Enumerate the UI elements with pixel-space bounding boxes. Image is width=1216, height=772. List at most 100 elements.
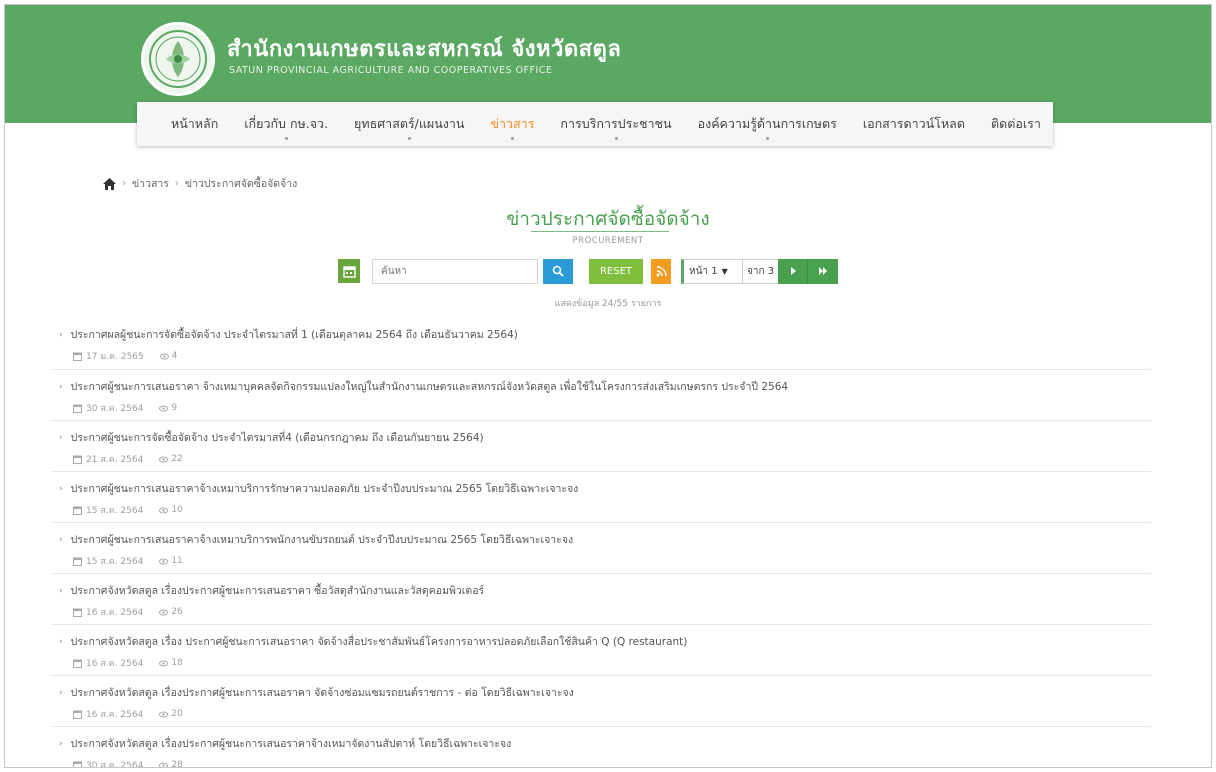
- item-title-row[interactable]: › ประกาศผู้ชนะการเสนอราคาจ้างเหมาบริการรั…: [59, 480, 578, 497]
- site-title: สำนักงานเกษตรและสหกรณ์ จังหวัดสตูล: [227, 37, 622, 62]
- search-input[interactable]: [372, 258, 538, 284]
- item-title-row[interactable]: › ประกาศผู้ชนะการเสนอราคาจ้างเหมาบริการพน…: [59, 531, 573, 548]
- eye-icon: [159, 660, 169, 666]
- list-item[interactable]: › ประกาศผู้ชนะการเสนอราคาจ้างเหมาบริการพน…: [51, 522, 1151, 573]
- item-date: 16 ส.ค. 2564: [86, 659, 144, 669]
- calendar-button[interactable]: [338, 259, 360, 283]
- item-title[interactable]: ประกาศผู้ชนะการเสนอราคาจ้างเหมาบริการรัก…: [71, 480, 579, 497]
- search-icon: [552, 265, 564, 277]
- nav-news[interactable]: ข่าวสาร: [490, 114, 534, 140]
- item-date: 21 ส.ค. 2564: [86, 455, 144, 465]
- nav-services[interactable]: การบริการประชาชน: [560, 114, 672, 140]
- item-title[interactable]: ประกาศผลผู้ชนะการจัดซื้อจัดจ้าง ประจำไตร…: [71, 326, 518, 343]
- list-item[interactable]: › ประกาศผู้ชนะการจัดซื้อจัดจ้าง ประจำไตรม…: [51, 420, 1151, 471]
- list-item[interactable]: › ประกาศผู้ชนะการเสนอราคา จ้างเหมาบุคคลจั…: [51, 369, 1151, 420]
- item-views-count: 11: [171, 556, 183, 566]
- nav-about[interactable]: เกี่ยวกับ กษ.จว.: [244, 114, 328, 140]
- calendar-icon: [73, 761, 82, 767]
- nav-strategy-label: ยุทธศาสตร์/แผนงาน: [354, 116, 465, 131]
- list-item[interactable]: › ประกาศผู้ชนะการเสนอราคาจ้างเหมาบริการรั…: [51, 471, 1151, 522]
- seal-icon: [149, 30, 207, 88]
- item-views: 22: [159, 454, 183, 464]
- list-item[interactable]: › ประกาศผลผู้ชนะการจัดซื้อจัดจ้าง ประจำไต…: [51, 318, 1151, 369]
- chevron-right-icon: ›: [59, 381, 63, 392]
- item-title[interactable]: ประกาศจังหวัดสตูล เรื่องประกาศผู้ชนะการเ…: [71, 582, 485, 599]
- list-item[interactable]: › ประกาศจังหวัดสตูล เรื่องประกาศผู้ชนะการ…: [51, 726, 1151, 768]
- item-title-row[interactable]: › ประกาศผู้ชนะการเสนอราคา จ้างเหมาบุคคลจั…: [59, 378, 788, 395]
- item-date: 15 ส.ค. 2564: [86, 506, 144, 516]
- item-date: 30 ส.ค. 2564: [86, 761, 144, 768]
- nav-services-label: การบริการประชาชน: [560, 116, 672, 131]
- nav-home[interactable]: หน้าหลัก: [171, 114, 218, 134]
- breadcrumb-separator: ›: [122, 178, 126, 189]
- item-views-count: 22: [171, 454, 183, 464]
- page-select[interactable]: หน้า 1 ▼: [681, 258, 743, 284]
- item-title[interactable]: ประกาศผู้ชนะการจัดซื้อจัดจ้าง ประจำไตรมา…: [71, 429, 484, 446]
- rss-button[interactable]: [651, 258, 671, 284]
- total-pages: จาก 3: [743, 258, 779, 284]
- list-item[interactable]: › ประกาศจังหวัดสตูล เรื่องประกาศผู้ชนะการ…: [51, 675, 1151, 726]
- eye-icon: [159, 405, 169, 411]
- item-views: 26: [159, 607, 183, 617]
- breadcrumb-separator: ›: [174, 178, 179, 189]
- item-title[interactable]: ประกาศจังหวัดสตูล เรื่อง ประกาศผู้ชนะการ…: [71, 633, 688, 650]
- site-subtitle: SATUN PROVINCIAL AGRICULTURE AND COOPERA…: [229, 65, 553, 76]
- filter-toolbar: RESET หน้า 1 ▼ จาก 3: [338, 258, 839, 284]
- page-title: ข่าวประกาศจัดซื้อจัดจ้าง: [506, 208, 710, 230]
- calendar-icon: [73, 404, 82, 413]
- eye-icon: [159, 353, 169, 359]
- eye-icon: [159, 609, 169, 615]
- calendar-icon: [73, 455, 82, 464]
- eye-icon: [159, 507, 169, 513]
- breadcrumb-news[interactable]: ข่าวสาร: [132, 175, 169, 192]
- calendar-icon: [73, 659, 82, 668]
- nav-strategy[interactable]: ยุทธศาสตร์/แผนงาน: [354, 114, 465, 140]
- nav-knowledge[interactable]: องค์ความรู้ด้านการเกษตร: [698, 114, 837, 140]
- list-item[interactable]: › ประกาศจังหวัดสตูล เรื่องประกาศผู้ชนะการ…: [51, 573, 1151, 624]
- item-views: 20: [159, 709, 183, 719]
- eye-icon: [159, 711, 169, 717]
- home-icon[interactable]: [103, 177, 116, 190]
- fast-forward-icon: [819, 267, 828, 275]
- item-title[interactable]: ประกาศจังหวัดสตูล เรื่องประกาศผู้ชนะการเ…: [71, 735, 512, 752]
- nav-contact[interactable]: ติดต่อเรา: [991, 114, 1041, 134]
- item-title-row[interactable]: › ประกาศผู้ชนะการจัดซื้อจัดจ้าง ประจำไตรม…: [59, 429, 484, 446]
- calendar-icon: [73, 352, 82, 361]
- eye-icon: [159, 558, 169, 564]
- item-meta: 16 ส.ค. 2564 18: [73, 656, 183, 670]
- list-item[interactable]: › ประกาศจังหวัดสตูล เรื่อง ประกาศผู้ชนะกา…: [51, 624, 1151, 675]
- chevron-right-icon: ›: [59, 329, 63, 340]
- item-date: 30 ส.ค. 2564: [86, 404, 144, 414]
- item-title[interactable]: ประกาศผู้ชนะการเสนอราคา จ้างเหมาบุคคลจัด…: [71, 378, 788, 395]
- chevron-right-icon: ›: [59, 432, 63, 443]
- item-title-row[interactable]: › ประกาศจังหวัดสตูล เรื่องประกาศผู้ชนะการ…: [59, 684, 574, 701]
- dropdown-dot-icon: [766, 137, 770, 140]
- nav-downloads[interactable]: เอกสารดาวน์โหลด: [863, 114, 965, 134]
- item-views-count: 10: [171, 505, 183, 515]
- item-views-count: 4: [171, 351, 178, 361]
- item-title-row[interactable]: › ประกาศผลผู้ชนะการจัดซื้อจัดจ้าง ประจำไต…: [59, 326, 518, 343]
- item-title-row[interactable]: › ประกาศจังหวัดสตูล เรื่อง ประกาศผู้ชนะกา…: [59, 633, 687, 650]
- page-subtitle: PROCUREMENT: [572, 236, 644, 246]
- chevron-right-icon: ›: [59, 585, 63, 596]
- item-title-row[interactable]: › ประกาศจังหวัดสตูล เรื่องประกาศผู้ชนะการ…: [59, 735, 511, 752]
- breadcrumb: › ข่าวสาร › ข่าวประกาศจัดซื้อจัดจ้าง: [103, 175, 297, 192]
- next-page-button[interactable]: [778, 258, 809, 284]
- play-icon: [790, 267, 796, 275]
- item-meta: 21 ส.ค. 2564 22: [73, 452, 183, 466]
- item-date: 16 ส.ค. 2564: [86, 710, 144, 720]
- item-title[interactable]: ประกาศจังหวัดสตูล เรื่องประกาศผู้ชนะการเ…: [71, 684, 574, 701]
- item-date: 17 ม.ค. 2565: [86, 352, 144, 362]
- item-views-count: 18: [171, 658, 183, 668]
- calendar-icon: [73, 608, 82, 617]
- search-button[interactable]: [543, 258, 573, 284]
- page-select-value: หน้า 1: [689, 265, 718, 277]
- eye-icon: [159, 762, 169, 767]
- reset-button[interactable]: RESET: [589, 258, 643, 284]
- item-title[interactable]: ประกาศผู้ชนะการเสนอราคาจ้างเหมาบริการพนั…: [71, 531, 574, 548]
- dropdown-dot-icon: [615, 137, 618, 140]
- item-date: 15 ส.ค. 2564: [86, 557, 144, 567]
- site-logo[interactable]: [141, 22, 215, 96]
- last-page-button[interactable]: [808, 258, 839, 284]
- item-title-row[interactable]: › ประกาศจังหวัดสตูล เรื่องประกาศผู้ชนะการ…: [59, 582, 484, 599]
